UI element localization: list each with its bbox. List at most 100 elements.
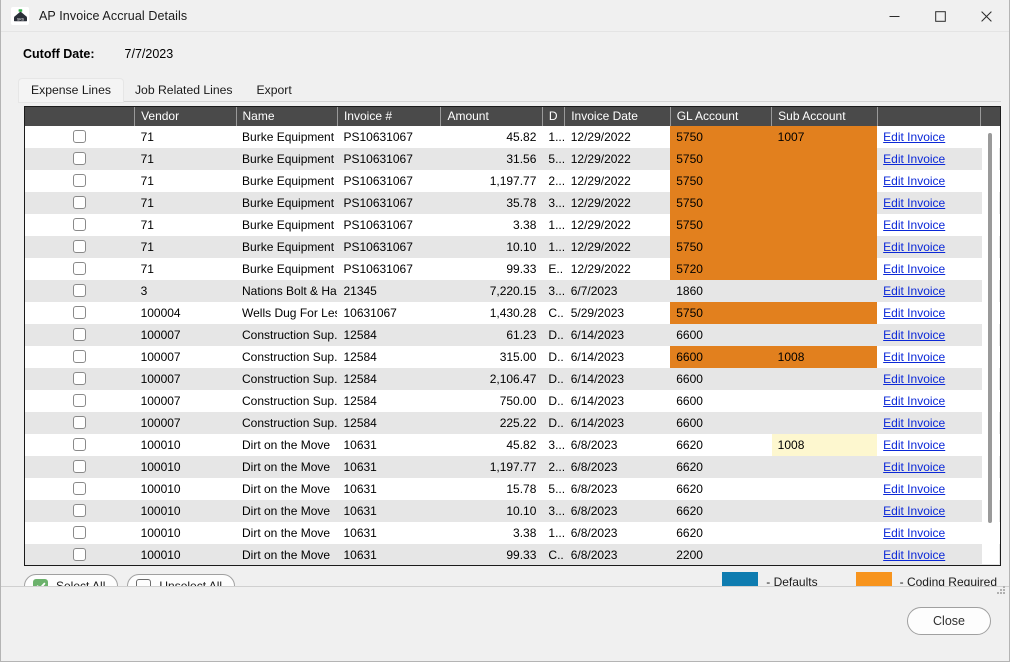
cell-gl-account[interactable]: 6600 — [670, 346, 772, 368]
row-checkbox[interactable] — [73, 504, 87, 518]
tab-job-related-lines[interactable]: Job Related Lines — [123, 79, 245, 102]
row-checkbox[interactable] — [73, 218, 87, 232]
row-checkbox[interactable] — [73, 240, 87, 254]
table-row[interactable]: 71 Burke Equipment ... PS10631067 3.38 1... 1… — [25, 214, 1000, 236]
cell-action[interactable]: Edit Invoice — [877, 500, 981, 522]
row-checkbox[interactable] — [73, 372, 87, 386]
row-checkbox-cell[interactable] — [25, 390, 135, 412]
cell-gl-account[interactable]: 6600 — [670, 324, 772, 346]
cell-gl-account[interactable]: 5750 — [670, 170, 772, 192]
table-row[interactable]: 100010 Dirt on the Move 10631 45.82 3... 6/8/… — [25, 434, 1000, 456]
cell-action[interactable]: Edit Invoice — [877, 302, 981, 324]
row-checkbox[interactable] — [73, 284, 87, 298]
row-checkbox-cell[interactable] — [25, 280, 135, 302]
edit-invoice-link[interactable]: Edit Invoice — [883, 152, 945, 166]
cell-action[interactable]: Edit Invoice — [877, 280, 981, 302]
table-row[interactable]: 100007 Construction Sup... 12584 2,106.47 D.… — [25, 368, 1000, 390]
table-row[interactable]: 100004 Wells Dug For Less 10631067 1,430.28… — [25, 302, 1000, 324]
cell-sub-account[interactable]: 1008 — [771, 434, 878, 456]
cell-action[interactable]: Edit Invoice — [877, 148, 981, 170]
table-row[interactable]: 71 Burke Equipment ... PS10631067 99.33 E.. 1… — [25, 258, 1000, 280]
edit-invoice-link[interactable]: Edit Invoice — [883, 438, 945, 452]
edit-invoice-link[interactable]: Edit Invoice — [883, 328, 945, 342]
row-checkbox-cell[interactable] — [25, 148, 135, 170]
row-checkbox[interactable] — [73, 174, 87, 188]
cell-gl-account[interactable]: 6600 — [670, 368, 772, 390]
col-header-spare[interactable] — [980, 107, 1000, 126]
cell-action[interactable]: Edit Invoice — [877, 544, 981, 565]
table-row[interactable]: 100010 Dirt on the Move 10631 15.78 5... 6/8/… — [25, 478, 1000, 500]
cell-gl-account[interactable]: 5750 — [670, 192, 772, 214]
cell-gl-account[interactable]: 6620 — [670, 456, 772, 478]
cell-action[interactable]: Edit Invoice — [877, 478, 981, 500]
row-checkbox[interactable] — [73, 262, 87, 276]
table-row[interactable]: 71 Burke Equipment ... PS10631067 10.10 1...… — [25, 236, 1000, 258]
cell-action[interactable]: Edit Invoice — [877, 126, 981, 148]
col-header-amount[interactable]: Amount — [440, 107, 543, 126]
col-header-d[interactable]: D — [541, 107, 565, 126]
cell-action[interactable]: Edit Invoice — [877, 236, 981, 258]
col-header-check[interactable] — [25, 107, 135, 126]
cell-action[interactable]: Edit Invoice — [877, 456, 981, 478]
row-checkbox[interactable] — [73, 196, 87, 210]
edit-invoice-link[interactable]: Edit Invoice — [883, 196, 945, 210]
cell-gl-account[interactable]: 6600 — [670, 412, 772, 434]
edit-invoice-link[interactable]: Edit Invoice — [883, 262, 945, 276]
cell-sub-account[interactable] — [771, 170, 878, 192]
edit-invoice-link[interactable]: Edit Invoice — [883, 482, 945, 496]
row-checkbox[interactable] — [73, 350, 87, 364]
cell-action[interactable]: Edit Invoice — [877, 346, 981, 368]
table-row[interactable]: 71 Burke Equipment ... PS10631067 35.78 3...… — [25, 192, 1000, 214]
row-checkbox-cell[interactable] — [25, 214, 135, 236]
col-header-name[interactable]: Name — [235, 107, 338, 126]
row-checkbox[interactable] — [73, 328, 87, 342]
table-row[interactable]: 100010 Dirt on the Move 10631 1,197.77 2... 6… — [25, 456, 1000, 478]
row-checkbox[interactable] — [73, 482, 87, 496]
row-checkbox-cell[interactable] — [25, 522, 135, 544]
cell-gl-account[interactable]: 6620 — [670, 500, 772, 522]
cell-gl-account[interactable]: 6600 — [670, 390, 772, 412]
row-checkbox-cell[interactable] — [25, 500, 135, 522]
cell-gl-account[interactable]: 5750 — [670, 302, 772, 324]
table-row[interactable]: 100007 Construction Sup... 12584 750.00 D.. 6… — [25, 390, 1000, 412]
cell-action[interactable]: Edit Invoice — [877, 192, 981, 214]
edit-invoice-link[interactable]: Edit Invoice — [883, 526, 945, 540]
cell-gl-account[interactable]: 6620 — [670, 478, 772, 500]
maximize-button[interactable] — [917, 0, 963, 32]
cell-action[interactable]: Edit Invoice — [877, 368, 981, 390]
edit-invoice-link[interactable]: Edit Invoice — [883, 240, 945, 254]
edit-invoice-link[interactable]: Edit Invoice — [883, 372, 945, 386]
edit-invoice-link[interactable]: Edit Invoice — [883, 460, 945, 474]
col-header-gl-account[interactable]: GL Account — [669, 107, 772, 126]
cell-sub-account[interactable] — [771, 456, 878, 478]
cell-sub-account[interactable] — [771, 192, 878, 214]
cell-gl-account[interactable]: 5750 — [670, 148, 772, 170]
grid-scrollbar-thumb[interactable] — [988, 133, 992, 523]
row-checkbox-cell[interactable] — [25, 368, 135, 390]
table-row[interactable]: 100010 Dirt on the Move 10631 3.38 1... 6/8/2… — [25, 522, 1000, 544]
minimize-button[interactable] — [871, 0, 917, 32]
table-row[interactable]: 100010 Dirt on the Move 10631 10.10 3... 6/8/… — [25, 500, 1000, 522]
table-row[interactable]: 71 Burke Equipment ... PS10631067 45.82 1...… — [25, 126, 1000, 148]
cell-sub-account[interactable] — [771, 214, 878, 236]
cell-action[interactable]: Edit Invoice — [877, 522, 981, 544]
row-checkbox[interactable] — [73, 526, 87, 540]
cell-sub-account[interactable] — [771, 148, 878, 170]
edit-invoice-link[interactable]: Edit Invoice — [883, 306, 945, 320]
cell-gl-account[interactable]: 6620 — [670, 522, 772, 544]
cell-sub-account[interactable] — [771, 500, 878, 522]
resize-grip[interactable] — [996, 585, 1006, 595]
cell-gl-account[interactable]: 5750 — [670, 126, 772, 148]
row-checkbox[interactable] — [73, 306, 87, 320]
edit-invoice-link[interactable]: Edit Invoice — [883, 284, 945, 298]
cell-sub-account[interactable]: 1007 — [771, 126, 878, 148]
row-checkbox[interactable] — [73, 416, 87, 430]
row-checkbox-cell[interactable] — [25, 478, 135, 500]
table-row[interactable]: 3 Nations Bolt & Ha... 21345 7,220.15 3... 6/… — [25, 280, 1000, 302]
edit-invoice-link[interactable]: Edit Invoice — [883, 174, 945, 188]
cell-gl-account[interactable]: 1860 — [670, 280, 772, 302]
row-checkbox[interactable] — [73, 438, 87, 452]
row-checkbox-cell[interactable] — [25, 126, 135, 148]
table-row[interactable]: 71 Burke Equipment ... PS10631067 1,197.77 2… — [25, 170, 1000, 192]
row-checkbox-cell[interactable] — [25, 346, 135, 368]
